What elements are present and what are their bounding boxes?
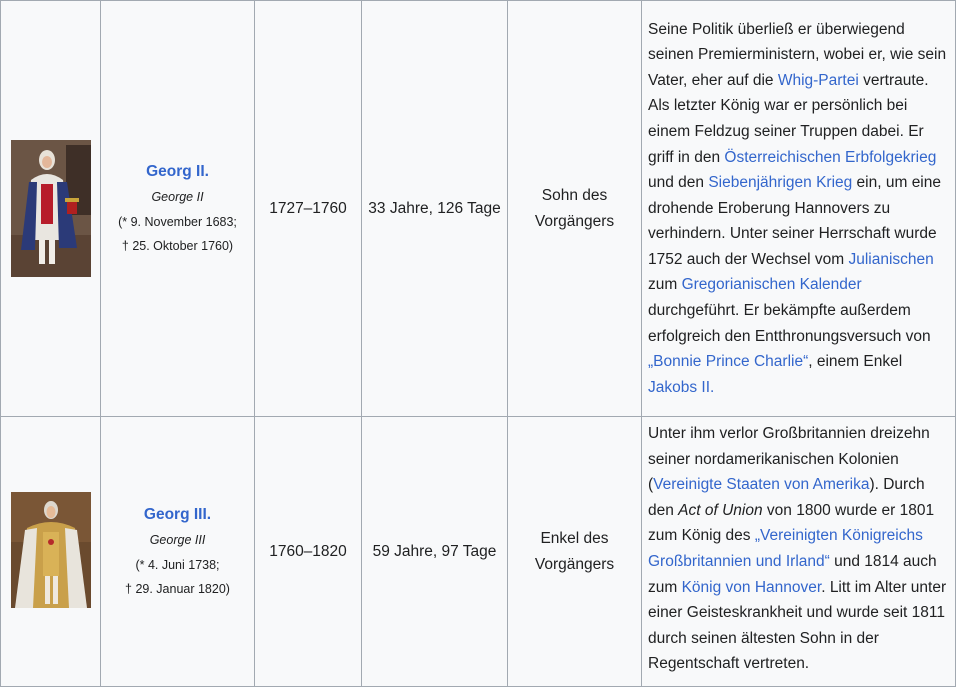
monarchs-table: Georg II. George II (* 9. November 1683;… bbox=[0, 0, 956, 687]
link-siebenjaehriger-krieg[interactable]: Siebenjährigen Krieg bbox=[708, 174, 852, 191]
act-of-union-text: Act of Union bbox=[678, 501, 763, 519]
reign-cell: 1727–1760 bbox=[254, 0, 362, 417]
notes-text: Seine Politik überließ er überwiegend se… bbox=[648, 20, 947, 396]
table-row: Georg III. George III (* 4. Juni 1738; †… bbox=[0, 416, 956, 687]
name-cell: Georg III. George III (* 4. Juni 1738; †… bbox=[100, 416, 255, 687]
table-row: Georg II. George II (* 9. November 1683;… bbox=[0, 0, 956, 417]
reign-cell: 1760–1820 bbox=[254, 416, 362, 687]
relation-cell: Sohn des Vorgängers bbox=[507, 0, 642, 417]
link-julianischer-kalender[interactable]: Julianischen bbox=[848, 251, 933, 268]
link-oesterreichischer-erbfolgekrieg[interactable]: Österreichischen Erbfolgekrieg bbox=[724, 149, 936, 166]
original-name: George II bbox=[151, 189, 204, 204]
death-date: † 25. Oktober 1760) bbox=[121, 239, 234, 254]
portrait-image[interactable] bbox=[10, 491, 91, 608]
portrait-cell bbox=[0, 0, 101, 417]
death-date: † 29. Januar 1820) bbox=[125, 582, 230, 597]
birth-date: (* 4. Juni 1738; bbox=[135, 558, 220, 573]
link-gregorianischer-kalender[interactable]: Gregorianischen Kalender bbox=[682, 276, 862, 293]
link-bonnie-prince-charlie[interactable]: „Bonnie Prince Charlie“ bbox=[648, 353, 808, 370]
relation-cell: Enkel des Vorgängers bbox=[507, 416, 642, 687]
monarch-name-link[interactable]: Georg II. bbox=[101, 159, 254, 185]
monarch-name-link[interactable]: Georg III. bbox=[101, 502, 254, 528]
link-whig-partei[interactable]: Whig-Partei bbox=[778, 72, 859, 89]
duration-cell: 33 Jahre, 126 Tage bbox=[361, 0, 508, 417]
notes-cell: Unter ihm verlor Großbritannien dreizehn… bbox=[641, 416, 956, 687]
link-vereinigte-staaten[interactable]: Vereinigte Staaten von Amerika bbox=[653, 476, 869, 493]
original-name: George III bbox=[149, 532, 206, 547]
link-koenig-von-hannover[interactable]: König von Hannover bbox=[682, 579, 822, 596]
link-jakob-ii[interactable]: Jakobs II. bbox=[648, 379, 714, 396]
portrait-cell bbox=[0, 416, 101, 687]
portrait-image[interactable] bbox=[10, 140, 91, 277]
notes-cell: Seine Politik überließ er überwiegend se… bbox=[641, 0, 956, 417]
notes-text: Unter ihm verlor Großbritannien dreizehn… bbox=[648, 425, 947, 673]
name-cell: Georg II. George II (* 9. November 1683;… bbox=[100, 0, 255, 417]
birth-date: (* 9. November 1683; bbox=[118, 215, 237, 230]
duration-cell: 59 Jahre, 97 Tage bbox=[361, 416, 508, 687]
